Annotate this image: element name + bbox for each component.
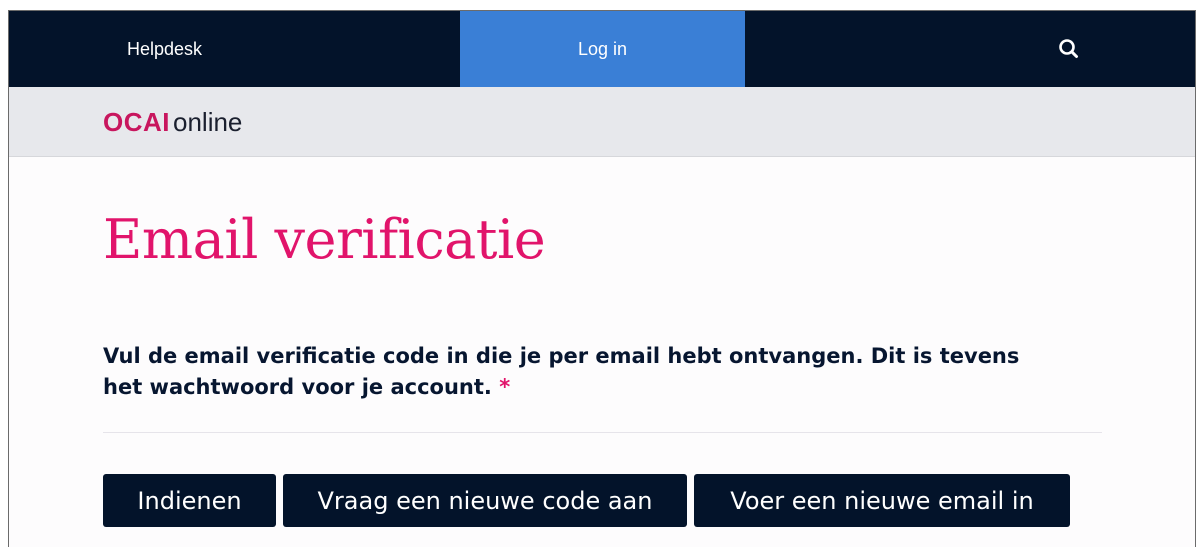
- page-frame: Helpdesk Log in OCAI online Email verifi…: [8, 10, 1196, 547]
- nav-login-link[interactable]: Log in: [460, 11, 745, 87]
- enter-new-email-button[interactable]: Voer een nieuwe email in: [694, 474, 1070, 527]
- brand-header: OCAI online: [9, 87, 1195, 157]
- request-new-code-button[interactable]: Vraag een nieuwe code aan: [283, 474, 687, 527]
- logo-strong-text: OCAI: [103, 107, 170, 137]
- submit-button[interactable]: Indienen: [103, 474, 276, 527]
- verification-instruction: Vul de email verificatie code in die je …: [103, 341, 1063, 403]
- form-divider: [103, 432, 1102, 433]
- search-icon[interactable]: [1055, 35, 1083, 63]
- instruction-text: Vul de email verificatie code in die je …: [103, 344, 1020, 399]
- top-navigation: Helpdesk Log in: [9, 11, 1195, 87]
- required-marker: *: [499, 375, 511, 399]
- ocai-online-logo[interactable]: OCAI online: [103, 107, 242, 137]
- page-title: Email verificatie: [103, 208, 546, 271]
- nav-helpdesk-link[interactable]: Helpdesk: [9, 11, 460, 87]
- logo-light-text: online: [173, 107, 243, 137]
